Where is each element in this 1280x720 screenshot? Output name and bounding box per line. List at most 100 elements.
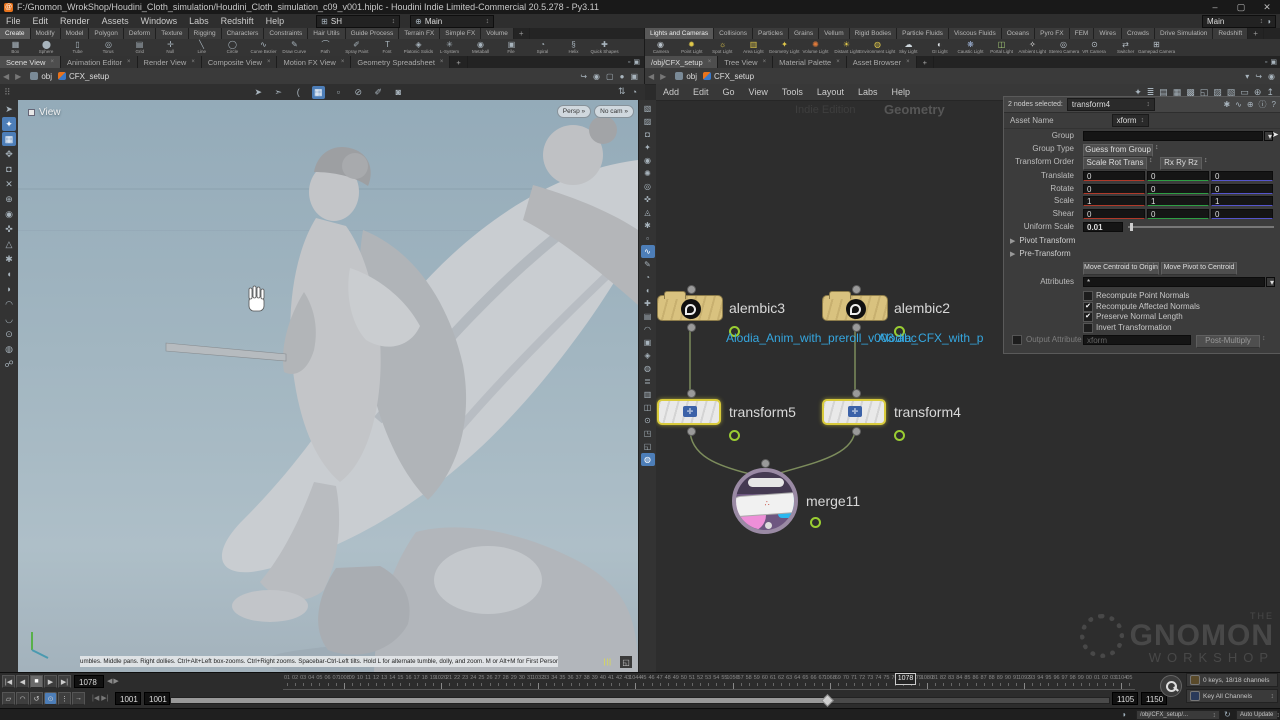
shelf-tab-hair-utils[interactable]: Hair Utils [308, 28, 345, 39]
pane-split-icon[interactable]: ▫ [1265, 58, 1267, 66]
pane-tab--obj-cfx-setup[interactable]: /obj/CFX_setup× [645, 56, 718, 68]
stop-button[interactable]: ■ [30, 675, 43, 688]
breadcrumb-cfx-setup[interactable]: CFX_setup [714, 72, 754, 81]
shelf-tab-particle-fluids[interactable]: Particle Fluids [897, 28, 949, 39]
range-nav-icon-1[interactable]: ▶| [101, 694, 108, 702]
scene-tool-icon-6[interactable]: ✐ [372, 86, 385, 99]
path-tool-icon-4[interactable]: ▣ [630, 72, 638, 81]
menu-help[interactable]: Help [260, 16, 291, 26]
node-alembic2[interactable] [822, 295, 888, 321]
checkbox-invert-transformation[interactable] [1083, 323, 1093, 333]
param-rotate-y[interactable]: 0 [1147, 184, 1209, 194]
display-option-icon-24[interactable]: ⊙ [641, 414, 655, 427]
param-header-icon-4[interactable]: ? [1272, 99, 1276, 110]
shelf-tool-tube[interactable]: ▯Tube [62, 39, 93, 56]
shelf-tab-drive-simulation[interactable]: Drive Simulation [1155, 28, 1213, 39]
maximize-button[interactable]: ▢ [1228, 2, 1254, 13]
viewport-tool-icon-15[interactable]: ⊙ [2, 327, 16, 341]
shelf-tool-torus[interactable]: ◎Torus [93, 39, 124, 56]
jump-end-button[interactable]: ▶| [58, 675, 71, 688]
shelf-tab-oceans[interactable]: Oceans [1002, 28, 1035, 39]
menu-file[interactable]: File [0, 16, 27, 26]
nav-back-icon[interactable]: ◀ [0, 72, 12, 81]
node-merge11[interactable]: ∴ [732, 468, 798, 534]
shelf-tool-grid[interactable]: ▤Grid [124, 39, 155, 56]
selected-node-dropdown[interactable]: transform4↕ [1067, 98, 1155, 111]
param-shear-z[interactable]: 0 [1211, 209, 1273, 219]
shelf-tool-box[interactable]: ▦Box [0, 39, 31, 56]
display-option-icon-9[interactable]: ✱ [641, 219, 655, 232]
checkbox-recompute-affected-normals[interactable]: ✔ [1083, 302, 1093, 312]
param-shear-y[interactable]: 0 [1147, 209, 1209, 219]
viewport-tool-icon-14[interactable]: ◡ [2, 312, 16, 326]
menu-render[interactable]: Render [54, 16, 96, 26]
node-label-transform4[interactable]: transform4 [894, 404, 961, 420]
display-option-icon-3[interactable]: ✦ [641, 141, 655, 154]
close-tab-icon[interactable]: × [763, 59, 767, 65]
shelf-tool-ambient-light[interactable]: ✧Ambient Light [1017, 39, 1048, 56]
uniform-scale-slider[interactable] [1128, 226, 1274, 228]
shelf-tool-environment-light[interactable]: ◍Environment Light [862, 39, 893, 56]
display-option-icon-0[interactable]: ▧ [641, 102, 655, 115]
nav-forward-icon[interactable]: ▶ [12, 72, 24, 81]
path-tool-icon-0[interactable]: ↪ [580, 72, 587, 81]
attributes-field[interactable]: * [1083, 277, 1265, 287]
shelf-tool-helix[interactable]: §Helix [558, 39, 589, 56]
display-option-icon-27[interactable]: ◍ [641, 453, 655, 466]
display-option-icon-7[interactable]: ✜ [641, 193, 655, 206]
shelf-tab-texture[interactable]: Texture [156, 28, 188, 39]
shelf-tab-particles[interactable]: Particles [753, 28, 789, 39]
pane-tab-motion-fx-view[interactable]: Motion FX View× [277, 56, 351, 68]
shelf-tab-collisions[interactable]: Collisions [714, 28, 753, 39]
no-cam-pill[interactable]: No cam » [594, 105, 634, 118]
viewport-tool-icon-1[interactable]: ✦ [2, 117, 16, 131]
node-alembic3[interactable] [657, 295, 723, 321]
shelf-tool-sky-light[interactable]: ☁Sky Light [893, 39, 924, 56]
shelf-tool-spot-light[interactable]: ☼Spot Light [707, 39, 738, 56]
display-option-icon-26[interactable]: ◱ [641, 440, 655, 453]
viewport-tool-icon-7[interactable]: ◉ [2, 207, 16, 221]
menu-edit[interactable]: Edit [27, 16, 55, 26]
rotate-order-dropdown[interactable]: Rx Ry Rz [1160, 157, 1202, 170]
current-frame-field[interactable]: 1078 [74, 675, 104, 688]
display-option-icon-5[interactable]: ✺ [641, 167, 655, 180]
transform-order-dropdown[interactable]: Scale Rot Trans [1083, 157, 1147, 170]
shelf-tool-platonic-solids[interactable]: ◈Platonic Solids [403, 39, 434, 56]
keys-summary-dropdown[interactable]: 0 keys, 18/18 channels [1186, 673, 1278, 687]
range-nav-icon-0[interactable]: |◀ [92, 694, 99, 702]
pane-tab-material-palette[interactable]: Material Palette× [773, 56, 847, 68]
shelf-tool-null[interactable]: ✛Null [155, 39, 186, 56]
shelf-tool-point-light[interactable]: ✹Point Light [676, 39, 707, 56]
node-input-transform5[interactable] [687, 389, 696, 398]
close-tab-icon[interactable]: × [836, 59, 840, 65]
breadcrumb-cfx-setup[interactable]: CFX_setup [69, 72, 109, 81]
shelf-add-tab[interactable]: + [1248, 28, 1264, 39]
scene-tool-icon-0[interactable]: ➤ [252, 86, 265, 99]
param-translate-z[interactable]: 0 [1211, 171, 1273, 181]
output-mode-spinner[interactable]: ↕ [1262, 335, 1266, 342]
close-tab-icon[interactable]: × [267, 59, 271, 65]
auto-update-dropdown[interactable]: Auto Update ↕ [1236, 710, 1278, 720]
close-tab-icon[interactable]: × [50, 59, 54, 65]
pane-grid-handle-icon[interactable]: ⠿ [0, 87, 12, 98]
node-label-alembic2[interactable]: alembic2 [894, 300, 950, 316]
key-all-channels-dropdown[interactable]: Key All Channels ↕ [1186, 689, 1278, 703]
shelf-tab-rigid-bodies[interactable]: Rigid Bodies [850, 28, 898, 39]
path-tool-icon-1[interactable]: ◉ [593, 72, 600, 81]
node-flag-merge11[interactable] [810, 517, 821, 528]
shelf-tab-modify[interactable]: Modify [31, 28, 61, 39]
output-attribute-checkbox[interactable] [1012, 335, 1022, 345]
close-tab-icon[interactable]: × [127, 59, 131, 65]
close-tab-icon[interactable]: × [341, 59, 345, 65]
jump-start-button[interactable]: |◀ [2, 675, 15, 688]
node-output-transform4[interactable] [852, 427, 861, 436]
display-option-icon-19[interactable]: ◈ [641, 349, 655, 362]
shelf-tool-distant-light[interactable]: ☀Distant Light [831, 39, 862, 56]
node-flag-transform4[interactable] [894, 430, 905, 441]
shelf-tab-wires[interactable]: Wires [1094, 28, 1122, 39]
group-type-spinner[interactable]: ↕ [1155, 144, 1159, 151]
shelf-tool-metaball[interactable]: ◉Metaball [465, 39, 496, 56]
param-header-icon-1[interactable]: ∿ [1235, 99, 1242, 110]
shelf-tool-file[interactable]: ▣File [496, 39, 527, 56]
menu-redshift[interactable]: Redshift [215, 16, 260, 26]
